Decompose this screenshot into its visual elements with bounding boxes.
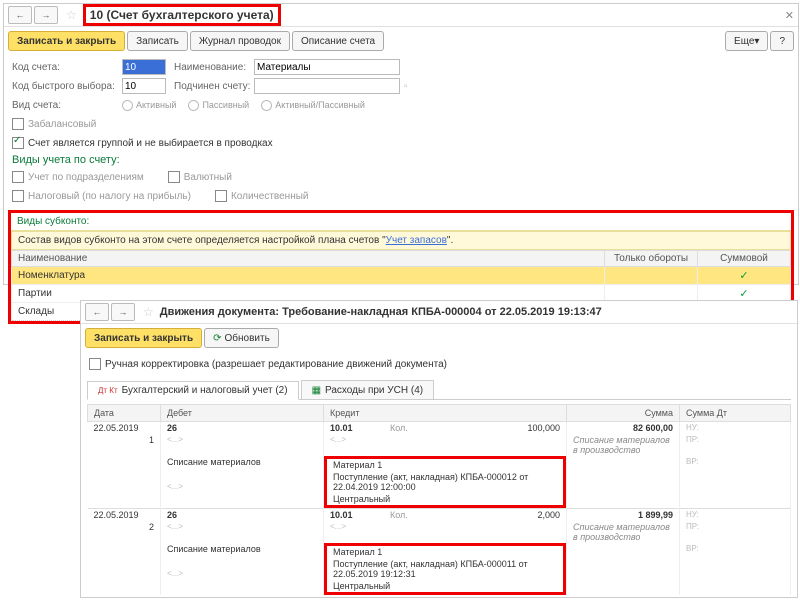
table-row[interactable]: 22.05.2019 26 10.01Кол.2,000 1 899,99 НУ… (88, 509, 791, 522)
subkonto-header: Виды субконто: (11, 213, 791, 231)
tax-check[interactable]: Налоговый (по налогу на прибыль) (12, 190, 191, 202)
radio-active[interactable]: Активный (122, 100, 176, 111)
col-sumdt: Сумма Дт (680, 405, 791, 422)
save-close-button[interactable]: Записать и закрыть (85, 328, 202, 348)
open-icon[interactable]: ▫ (404, 81, 408, 92)
inventory-link[interactable]: Учет запасов (386, 235, 447, 246)
debit-credit-icon: Дт Кт (98, 386, 118, 395)
subkonto-highlight: Материал 1 Поступление (акт, накладная) … (324, 543, 566, 595)
types-header: Виды учета по счету: (12, 154, 790, 166)
manual-checkbox[interactable] (89, 358, 101, 370)
code-input[interactable] (122, 59, 166, 75)
tab-accounting[interactable]: Дт КтБухгалтерский и налоговый учет (2) (87, 381, 299, 400)
table-row: Списание материалов Материал 1 Поступлен… (88, 543, 791, 568)
currency-check[interactable]: Валютный (168, 171, 232, 183)
table-icon: ▦ (312, 385, 321, 396)
table-row[interactable]: 22.05.2019 26 10.01Кол.100,000 82 600,00… (88, 422, 791, 435)
back-button[interactable]: ← (8, 6, 32, 24)
form: Код счета: Наименование: Код быстрого вы… (4, 55, 798, 208)
qty-check[interactable]: Количественный (215, 190, 309, 202)
parent-label: Подчинен счету: (174, 81, 254, 92)
quick-label: Код быстрого выбора: (12, 81, 122, 92)
kind-radio-group: Активный Пассивный Активный/Пассивный (122, 100, 365, 111)
refresh-button[interactable]: Обновить (204, 328, 279, 348)
refresh-icon (213, 333, 224, 344)
window-title: 10 (Счет бухгалтерского учета) (90, 8, 274, 22)
tab-usn[interactable]: ▦Расходы при УСН (4) (301, 380, 435, 399)
col-credit: Кредит (324, 405, 567, 422)
more-button[interactable]: Еще ▾ (725, 31, 768, 51)
kind-label: Вид счета: (12, 100, 122, 111)
table-row[interactable]: Номенклатура✓ (12, 267, 791, 285)
code-label: Код счета: (12, 62, 122, 73)
radio-passive[interactable]: Пассивный (188, 100, 249, 111)
col-debit: Дебет (161, 405, 324, 422)
offbalance-checkbox[interactable] (12, 118, 24, 130)
col-name: Наименование (12, 251, 605, 267)
window-title: Движения документа: Требование-накладная… (160, 306, 602, 318)
offbalance-label: Забалансовый (28, 119, 96, 130)
movements-window: ← → ☆ Движения документа: Требование-нак… (80, 300, 798, 598)
manual-label: Ручная корректировка (разрешает редактир… (105, 359, 447, 370)
star-icon[interactable]: ☆ (143, 305, 154, 319)
dept-check[interactable]: Учет по подразделениям (12, 171, 144, 183)
journal-button[interactable]: Журнал проводок (190, 31, 290, 51)
table-row: Списание материалов Материал 1 Поступлен… (88, 456, 791, 481)
toolbar: Записать и закрыть Записать Журнал прово… (4, 27, 798, 55)
table-row: 1 <...> <...> Списание материалов в прои… (88, 434, 791, 456)
close-icon[interactable]: ✕ (785, 9, 794, 22)
account-window: ← → ☆ 10 (Счет бухгалтерского учета) ✕ З… (3, 3, 799, 285)
subkonto-highlight: Материал 1 Поступление (акт, накладная) … (324, 456, 566, 508)
table-row: 2 <...> <...> Списание материалов в прои… (88, 521, 791, 543)
col-sum: Суммовой (698, 251, 791, 267)
description-button[interactable]: Описание счета (292, 31, 384, 51)
forward-button[interactable]: → (111, 303, 135, 321)
col-sum: Сумма (567, 405, 680, 422)
col-turnover: Только обороты (605, 251, 698, 267)
parent-input[interactable] (254, 78, 400, 94)
group-label: Счет является группой и не выбирается в … (28, 138, 273, 149)
titlebar: ← → ☆ 10 (Счет бухгалтерского учета) ✕ (4, 4, 798, 27)
name-label: Наименование: (174, 62, 254, 73)
movements-table: Дата Дебет Кредит Сумма Сумма Дт 22.05.2… (87, 404, 791, 595)
forward-button[interactable]: → (34, 6, 58, 24)
name-input[interactable] (254, 59, 400, 75)
subkonto-note: Состав видов субконто на этом счете опре… (11, 231, 791, 250)
radio-active-passive[interactable]: Активный/Пассивный (261, 100, 365, 111)
save-button[interactable]: Записать (127, 31, 188, 51)
quick-input[interactable] (122, 78, 166, 94)
group-checkbox[interactable] (12, 137, 24, 149)
star-icon[interactable]: ☆ (66, 8, 77, 22)
back-button[interactable]: ← (85, 303, 109, 321)
title-highlight: 10 (Счет бухгалтерского учета) (83, 4, 281, 26)
titlebar: ← → ☆ Движения документа: Требование-нак… (81, 301, 797, 324)
toolbar: Записать и закрыть Обновить (81, 324, 797, 352)
col-date: Дата (88, 405, 161, 422)
tabs: Дт КтБухгалтерский и налоговый учет (2) … (87, 380, 791, 400)
save-close-button[interactable]: Записать и закрыть (8, 31, 125, 51)
help-button[interactable]: ? (770, 31, 794, 51)
